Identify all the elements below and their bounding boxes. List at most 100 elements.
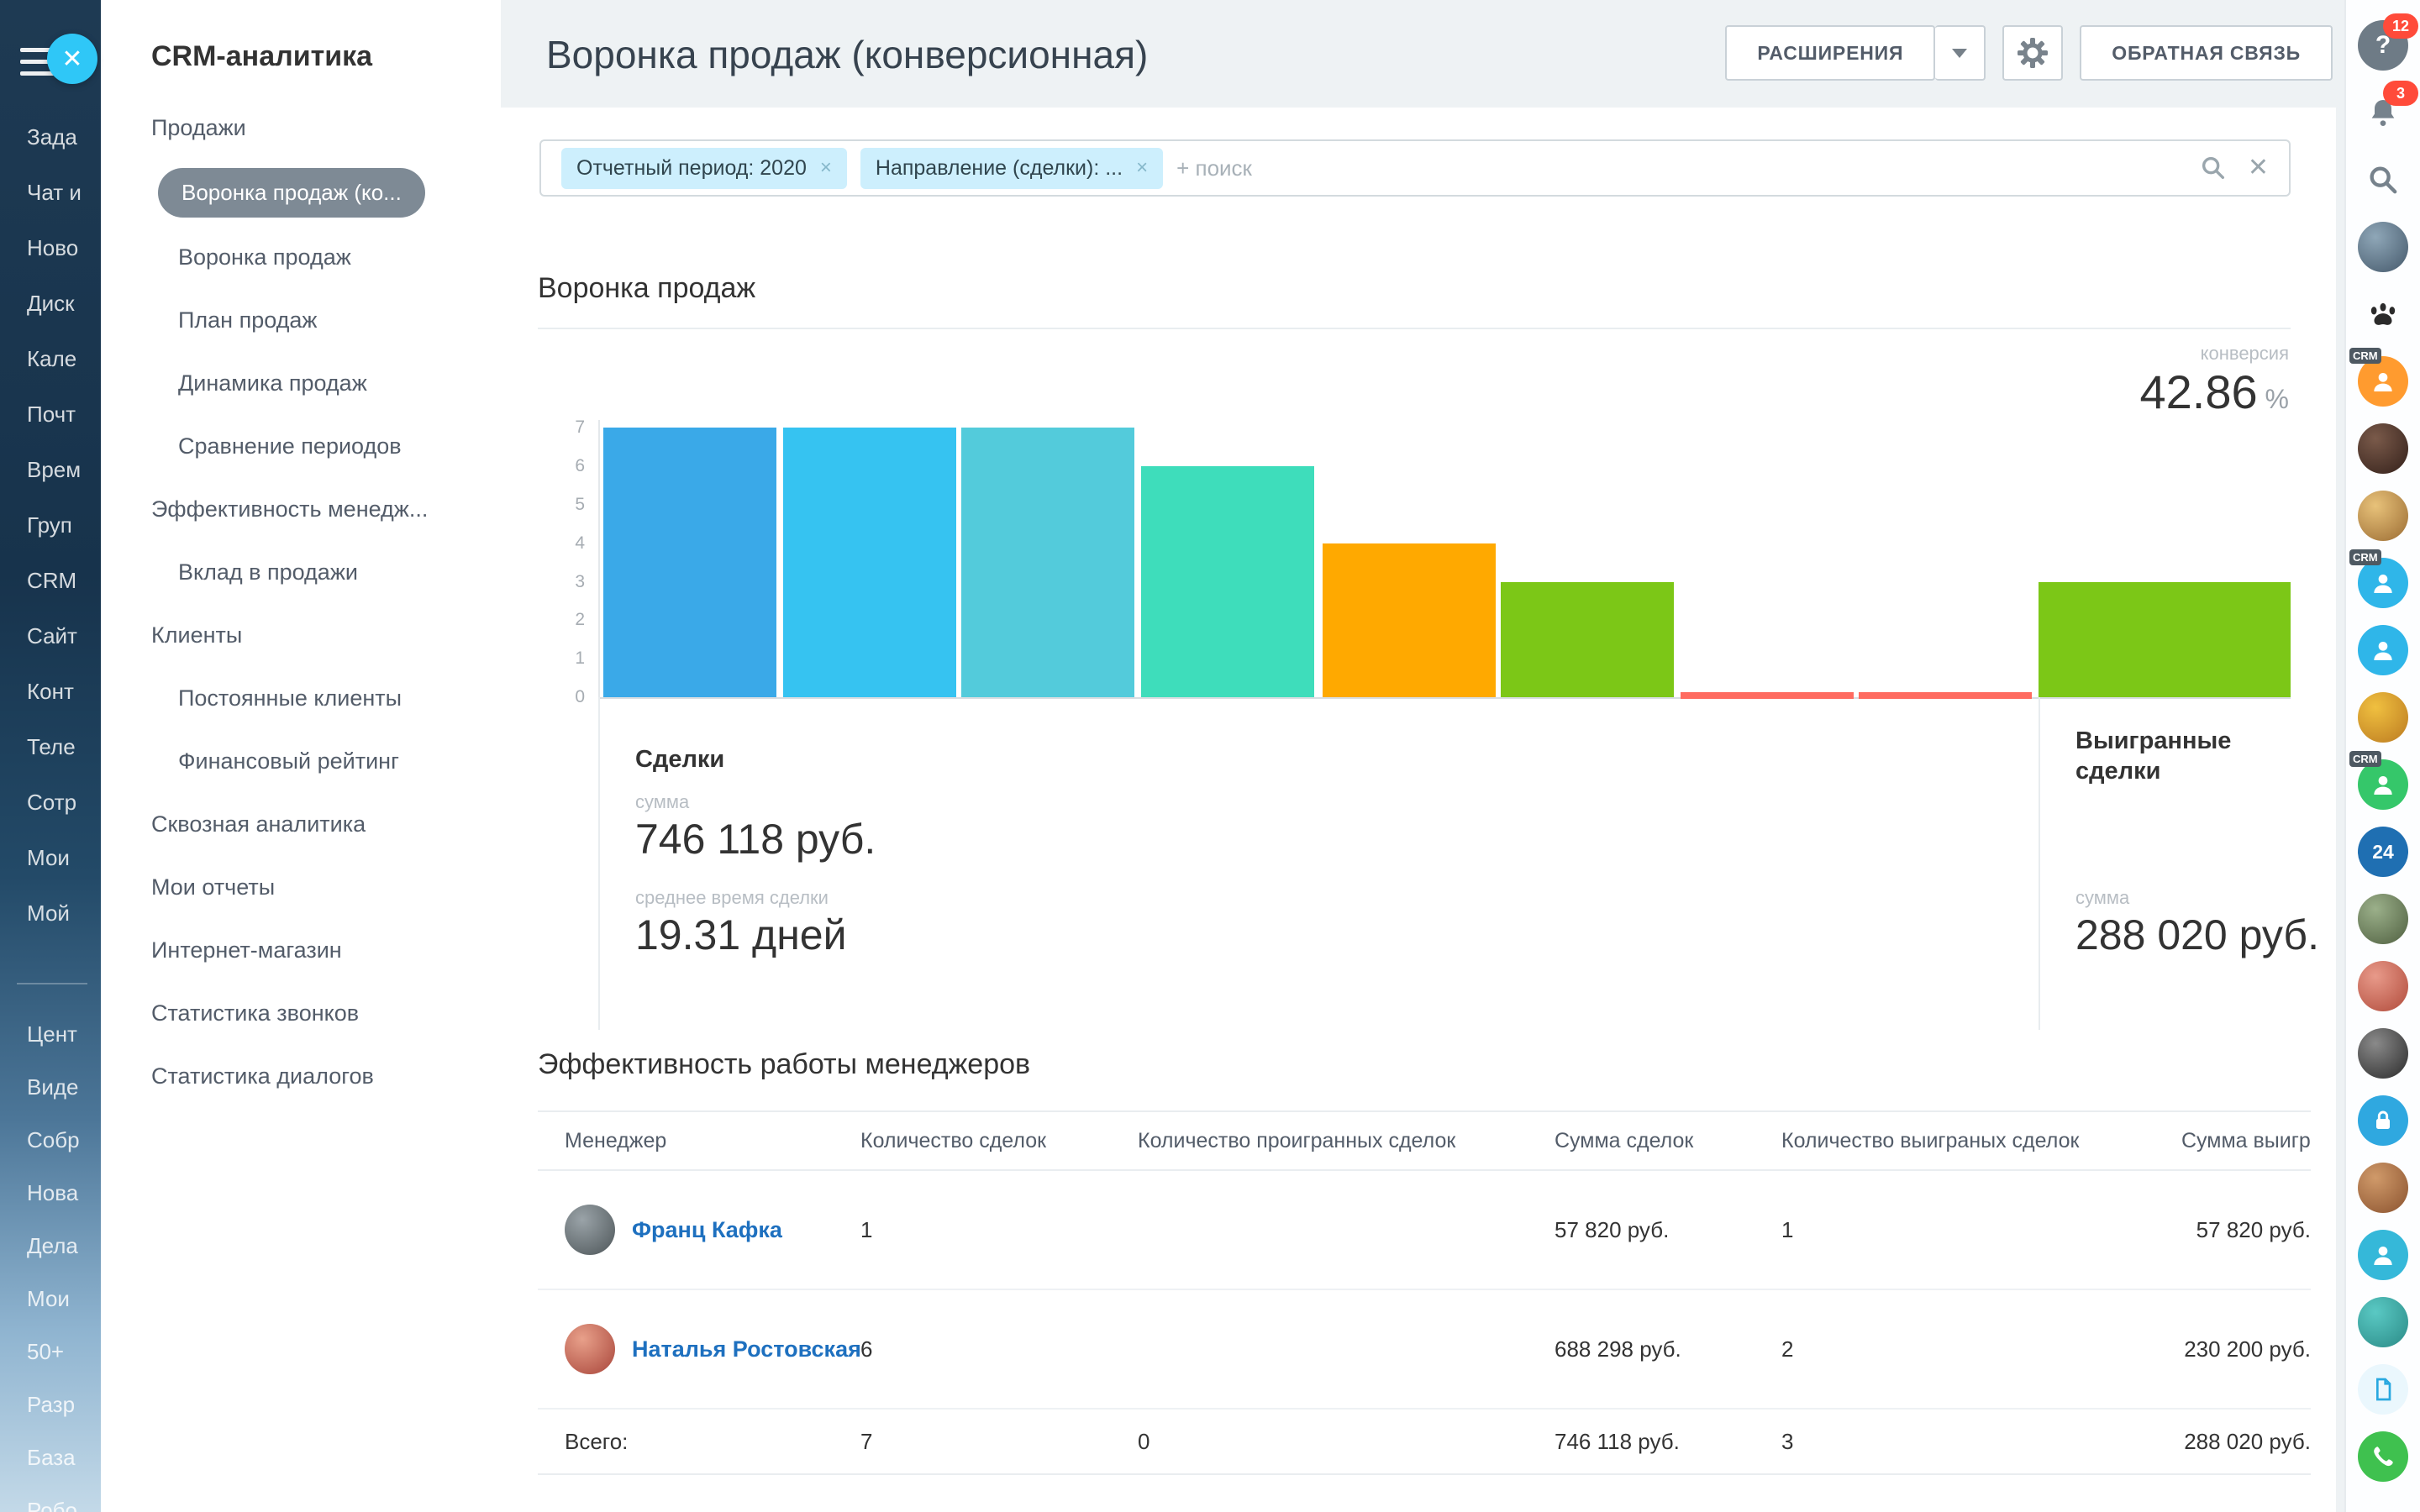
help-icon[interactable]: ?12 [2358,20,2408,71]
sidebar-item[interactable]: Воронка продаж (ко... [101,160,501,226]
workspace-menu-item[interactable]: База [27,1445,76,1471]
search-icon[interactable] [2358,155,2408,205]
workspace-menu-item[interactable]: Цент [27,1021,77,1047]
person-icon[interactable]: CRM [2358,356,2408,407]
sidebar-item[interactable]: Интернет-магазин [101,919,501,982]
workspace-menu-item[interactable]: Нова [27,1180,78,1206]
workspace-menu-item[interactable]: Разр [27,1392,75,1418]
y-axis-label: 3 [548,572,585,592]
avatar[interactable] [2358,961,2408,1011]
workspace-sidebar: Зада Чат и Ново Диск Кале Почт Врем Груп CRM Сайт… [0,0,101,1512]
won-block-title: Выигранные сделки [2075,726,2277,787]
workspace-menu-item[interactable]: 50+ [27,1339,64,1365]
avatar[interactable] [2358,692,2408,743]
funnel-bar[interactable] [2039,582,2291,697]
avatar[interactable] [2358,423,2408,474]
filter-search-bar[interactable]: Отчетный период: 2020× Направление (сделк… [539,139,2291,197]
chip-remove-icon[interactable]: × [1136,156,1148,180]
deals-count-cell: 6 [860,1289,1138,1409]
workspace-menu-item[interactable]: Врем [27,457,81,483]
workspace-menu-item[interactable]: Ново [27,235,78,261]
workspace-menu-item[interactable]: Чат и [27,180,82,206]
phone-icon[interactable] [2358,1431,2408,1482]
avatar[interactable] [2358,1163,2408,1213]
manager-link[interactable]: Наталья Ростовская [632,1336,861,1362]
sidebar-item[interactable]: Воронка продаж [101,226,501,289]
sidebar-item[interactable]: Статистика диалогов [101,1045,501,1108]
manager-link[interactable]: Франц Кафка [632,1217,782,1243]
sidebar-item[interactable]: Вклад в продажи [101,541,501,604]
chip-remove-icon[interactable]: × [820,156,832,180]
b24-icon[interactable]: 24 [2358,827,2408,877]
funnel-bar[interactable] [1859,692,2032,699]
search-icon[interactable] [2199,154,2228,182]
sidebar-item[interactable]: Сравнение периодов [101,415,501,478]
sidebar-item[interactable]: Динамика продаж [101,352,501,415]
lock-icon[interactable] [2358,1095,2408,1146]
sidebar-item[interactable]: Постоянные клиенты [101,667,501,730]
conversion-block: конверсия 42.86 % [2140,343,2289,419]
person-icon[interactable] [2358,1230,2408,1280]
filter-chip-label: Направление (сделки): ... [876,156,1123,181]
funnel-bar[interactable] [961,428,1134,697]
funnel-bar[interactable] [1681,692,1854,699]
workspace-menu-item[interactable]: Теле [27,734,76,760]
workspace-menu-item[interactable]: Конт [27,679,74,705]
person-icon[interactable]: CRM [2358,558,2408,608]
notification-badge: 12 [2383,13,2418,39]
crm-tag: CRM [2349,549,2381,565]
funnel-bar[interactable] [783,428,956,697]
paw-icon[interactable] [2358,289,2408,339]
feedback-button[interactable]: ОБРАТНАЯ СВЯЗЬ [2080,25,2333,81]
funnel-bar[interactable] [1323,543,1496,697]
funnel-bar[interactable] [603,428,776,697]
workspace-menu-item[interactable]: Груп [27,512,72,538]
sidebar-item[interactable]: Финансовый рейтинг [101,730,501,793]
won-count-cell: 1 [1781,1170,2181,1289]
doc-icon[interactable] [2358,1364,2408,1415]
avatar[interactable] [2358,894,2408,944]
avatar[interactable] [2358,222,2408,272]
filter-chip[interactable]: Отчетный период: 2020× [561,148,847,189]
workspace-menu-item[interactable]: Мои [27,1286,70,1312]
person-icon [2370,771,2396,798]
sidebar-item[interactable]: План продаж [101,289,501,352]
extensions-button[interactable]: РАСШИРЕНИЯ [1725,25,1935,81]
workspace-menu-item[interactable]: Собр [27,1127,80,1153]
workspace-menu-item[interactable]: Зада [27,124,77,150]
workspace-menu-item[interactable]: Кале [27,346,76,372]
sidebar-item[interactable]: Эффективность менедж... [101,478,501,541]
workspace-menu-item[interactable]: Мой [27,900,70,927]
workspace-menu-item[interactable]: Сайт [27,623,77,649]
avatar[interactable] [2358,1028,2408,1079]
bell-icon[interactable]: 3 [2358,87,2408,138]
workspace-menu-item[interactable]: Виде [27,1074,79,1100]
workspace-menu-item[interactable]: Сотр [27,790,76,816]
total-won: 3 [1781,1409,2181,1474]
workspace-menu-item[interactable]: Диск [27,291,75,317]
avatar[interactable] [2358,491,2408,541]
workspace-menu-item[interactable]: Дела [27,1233,78,1259]
sidebar-item[interactable]: Статистика звонков [101,982,501,1045]
workspace-menu-item[interactable]: Робо [27,1498,77,1512]
extensions-dropdown-button[interactable] [1935,25,1986,81]
avatar[interactable] [2358,1297,2408,1347]
close-menu-button[interactable]: ✕ [47,34,97,84]
funnel-bar[interactable] [1141,466,1314,697]
sidebar-item[interactable]: Клиенты [101,604,501,667]
workspace-menu-item[interactable]: Почт [27,402,76,428]
funnel-bar[interactable] [1501,582,1674,697]
sidebar-item[interactable]: Мои отчеты [101,856,501,919]
conversion-value: 42.86 [2140,365,2258,418]
person-icon[interactable] [2358,625,2408,675]
workspace-menu-item[interactable]: Мои [27,845,70,871]
sidebar-item[interactable]: Сквозная аналитика [101,793,501,856]
workspace-menu-item[interactable]: CRM [27,568,76,594]
settings-button[interactable] [2002,25,2063,81]
filter-chip[interactable]: Направление (сделки): ... × [860,148,1163,189]
gear-icon [2018,38,2048,68]
clear-filter-icon[interactable]: ✕ [2248,155,2269,181]
col-won-sum: Сумма выигр [2181,1111,2311,1170]
person-icon[interactable]: CRM [2358,759,2408,810]
sidebar-item[interactable]: Продажи [101,97,501,160]
